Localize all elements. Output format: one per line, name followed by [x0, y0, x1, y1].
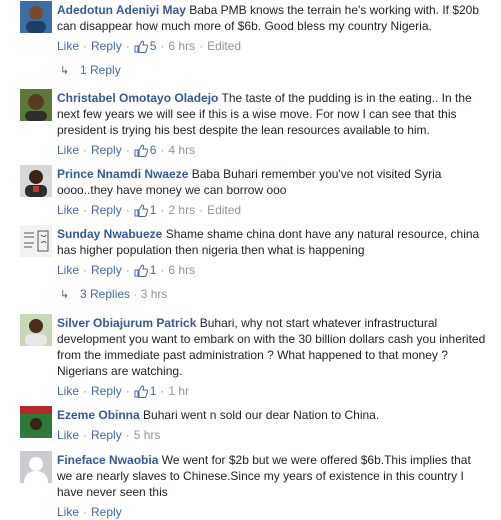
- comment-author[interactable]: Fineface Nwaobia: [57, 453, 158, 467]
- replies-time[interactable]: 3 hrs: [141, 287, 168, 301]
- comment-time[interactable]: 4 hrs: [168, 143, 195, 157]
- comment-body: Fineface Nwaobia We went for $2b but we …: [57, 452, 487, 500]
- reply-button[interactable]: Reply: [91, 203, 122, 217]
- like-button[interactable]: Like: [57, 263, 79, 277]
- reply-button[interactable]: Reply: [91, 505, 122, 519]
- avatar[interactable]: [20, 89, 52, 121]
- view-replies-link[interactable]: ↳ 3 Replies · 3 hrs: [60, 286, 167, 302]
- like-button[interactable]: Like: [57, 505, 79, 519]
- like-button[interactable]: Like: [57, 39, 79, 53]
- like-count[interactable]: 1: [134, 384, 156, 398]
- comment-time[interactable]: 2 hrs: [168, 203, 195, 217]
- avatar[interactable]: [20, 314, 52, 346]
- thumbs-up-icon: [134, 264, 148, 277]
- reply-button[interactable]: Reply: [91, 39, 122, 53]
- reply-button[interactable]: Reply: [91, 428, 122, 442]
- edited-label[interactable]: Edited: [207, 203, 241, 217]
- comment-body: Prince Nnamdi Nwaeze Baba Buhari remembe…: [57, 166, 487, 198]
- comment-actions: Like · Reply · 1 · 1 hr: [57, 384, 190, 398]
- comment-time[interactable]: 1 hr: [168, 384, 189, 398]
- comment-actions: Like · Reply · 1 · 2 hrs · Edited: [57, 203, 242, 217]
- comment-text: Buhari went n sold our dear Nation to Ch…: [143, 408, 380, 422]
- like-count[interactable]: 1: [134, 203, 156, 217]
- like-button[interactable]: Like: [57, 203, 79, 217]
- comment-actions: Like · Reply: [57, 505, 122, 519]
- view-replies-link[interactable]: ↳ 1 Reply: [60, 62, 121, 78]
- comment-time[interactable]: 6 hrs: [168, 39, 195, 53]
- thumbs-up-icon: [134, 40, 148, 53]
- avatar[interactable]: [20, 225, 52, 257]
- comment-body: Adedotun Adeniyi May Baba PMB knows the …: [57, 2, 487, 34]
- like-count[interactable]: 6: [134, 143, 156, 157]
- comment-time[interactable]: 6 hrs: [168, 263, 195, 277]
- comment-time[interactable]: 5 hrs: [134, 428, 161, 442]
- comment-author[interactable]: Ezeme Obinna: [57, 408, 140, 422]
- comment-author[interactable]: Sunday Nwabueze: [57, 227, 162, 241]
- avatar[interactable]: [20, 165, 52, 197]
- like-button[interactable]: Like: [57, 428, 79, 442]
- reply-button[interactable]: Reply: [91, 384, 122, 398]
- reply-arrow-icon: ↳: [60, 289, 70, 301]
- comment-author[interactable]: Prince Nnamdi Nwaeze: [57, 167, 188, 181]
- comment-body: Sunday Nwabueze Shame shame china dont h…: [57, 226, 487, 258]
- like-count[interactable]: 5: [134, 39, 156, 53]
- comment-body: Ezeme Obinna Buhari went n sold our dear…: [57, 407, 487, 423]
- reply-button[interactable]: Reply: [91, 263, 122, 277]
- comment-actions: Like · Reply · 5 hrs: [57, 428, 161, 442]
- comment-actions: Like · Reply · 1 · 6 hrs: [57, 263, 196, 277]
- thumbs-up-icon: [134, 144, 148, 157]
- comment-author[interactable]: Adedotun Adeniyi May: [57, 3, 186, 17]
- like-button[interactable]: Like: [57, 384, 79, 398]
- avatar[interactable]: [20, 451, 52, 483]
- thumbs-up-icon: [134, 385, 148, 398]
- comment-body: Silver Obiajurum Patrick Buhari, why not…: [57, 315, 487, 379]
- comment-actions: Like · Reply · 5 · 6 hrs · Edited: [57, 39, 242, 53]
- comment-author[interactable]: Silver Obiajurum Patrick: [57, 316, 196, 330]
- edited-label[interactable]: Edited: [207, 39, 241, 53]
- comment-body: Christabel Omotayo Oladejo The taste of …: [57, 90, 487, 138]
- comment-author[interactable]: Christabel Omotayo Oladejo: [57, 91, 218, 105]
- reply-arrow-icon: ↳: [60, 65, 70, 77]
- avatar[interactable]: [20, 406, 52, 438]
- like-count[interactable]: 1: [134, 263, 156, 277]
- reply-button[interactable]: Reply: [91, 143, 122, 157]
- like-button[interactable]: Like: [57, 143, 79, 157]
- comment-actions: Like · Reply · 6 · 4 hrs: [57, 143, 196, 157]
- avatar[interactable]: [20, 1, 52, 33]
- thumbs-up-icon: [134, 204, 148, 217]
